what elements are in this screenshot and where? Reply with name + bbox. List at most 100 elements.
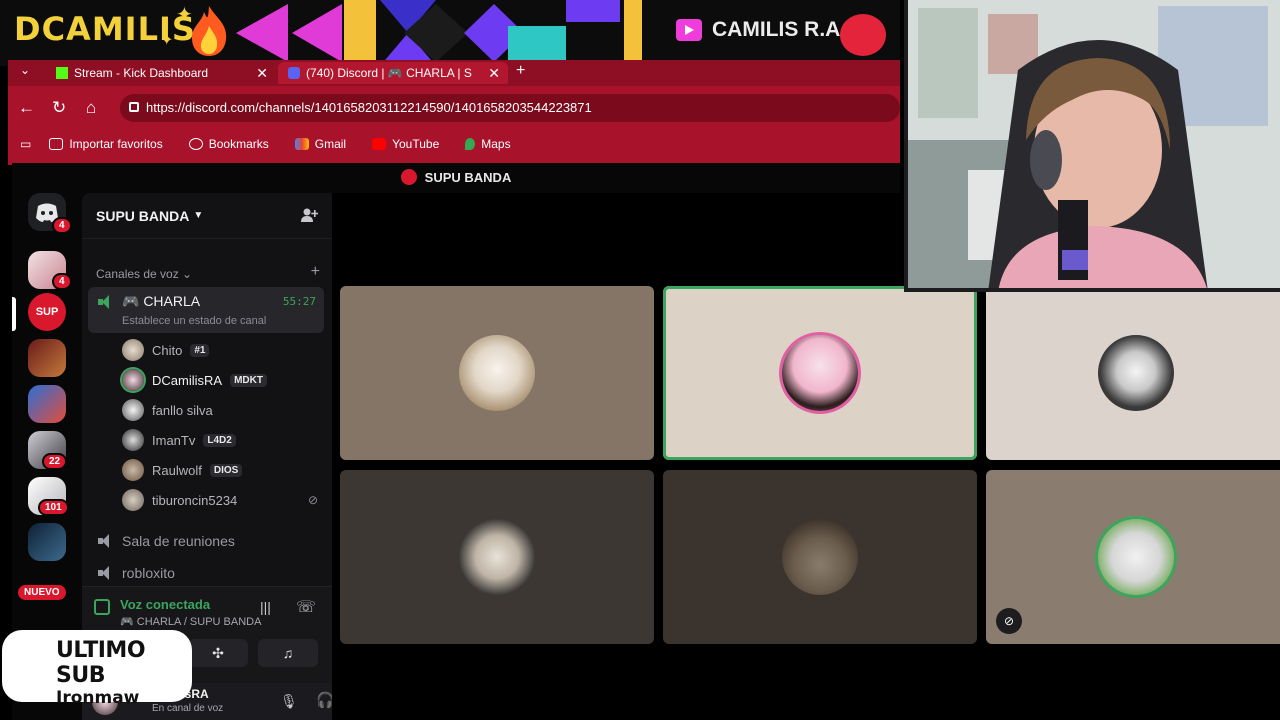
geometric-pattern <box>236 0 642 66</box>
channel-status-text[interactable]: Establece un estado de canal <box>122 315 266 327</box>
bookmark-label: Importar favoritos <box>69 137 163 151</box>
muted-mic-icon: ⊘ <box>996 608 1022 634</box>
participant-tile[interactable] <box>340 286 654 460</box>
bookmark-maps[interactable]: Maps <box>465 137 511 151</box>
bookmark-gmail[interactable]: Gmail <box>294 137 346 151</box>
last-sub-title: ULTIMO SUB <box>56 638 146 688</box>
server-icon-game[interactable] <box>28 385 66 423</box>
tab-discord[interactable]: (740) Discord | 🎮 CHARLA | S ✕ <box>278 62 508 84</box>
unread-badge: 4 <box>52 217 72 234</box>
voice-member[interactable]: fanllo silva <box>122 397 213 423</box>
unread-badge: 101 <box>38 499 69 516</box>
connection-signal-icon[interactable] <box>94 599 110 615</box>
voice-channel-robloxito[interactable]: robloxito <box>88 561 324 585</box>
avatar <box>122 429 144 451</box>
member-name: tiburoncin5234 <box>152 492 238 508</box>
server-icon-supu-banda[interactable]: SUP <box>28 293 66 331</box>
member-tag: #1 <box>190 343 210 357</box>
voice-call-grid: ⊘ <box>332 193 1280 720</box>
voice-member[interactable]: Raulwolf DIOS <box>122 457 243 483</box>
avatar <box>122 399 144 421</box>
participant-tile[interactable] <box>663 470 977 644</box>
participant-tile-muted[interactable]: ⊘ <box>986 470 1280 644</box>
voice-channel-charla[interactable]: 🎮 CHARLA 55:27 Establece un estado de ca… <box>88 287 324 333</box>
member-name: ImanTv <box>152 432 196 448</box>
kick-icon <box>56 67 68 79</box>
channel-name: 🎮 CHARLA <box>122 293 201 309</box>
close-tab-icon[interactable]: ✕ <box>488 65 500 82</box>
voice-channel-sala[interactable]: Sala de reuniones <box>88 529 324 553</box>
speaker-icon <box>98 295 114 309</box>
bookmark-label: Bookmarks <box>208 137 269 151</box>
channel-name: robloxito <box>122 565 175 581</box>
address-bar-row: ← ↻ ⌂ https://discord.com/channels/14016… <box>8 90 900 126</box>
last-sub-name: Ironmaw <box>56 688 140 708</box>
url-text: https://discord.com/channels/14016582031… <box>146 100 592 115</box>
reload-icon[interactable]: ↻ <box>52 98 66 118</box>
bookmarks-bar: ▭ Importar favoritos Bookmarks Gmail You… <box>8 132 900 156</box>
tab-label: Stream - Kick Dashboard <box>74 66 209 80</box>
participant-avatar <box>459 335 535 411</box>
tab-groups-icon[interactable]: ▭ <box>20 137 31 151</box>
stream-overlay-banner: DCAMILIS ✦ ✦ CAMILIS R.A <box>0 0 900 66</box>
tab-search-chevron-icon[interactable]: ⌄ <box>20 63 30 77</box>
tab-label: (740) Discord | 🎮 CHARLA | S <box>306 66 472 80</box>
folder-icon <box>49 138 64 150</box>
call-timer: 55:27 <box>282 295 316 308</box>
webcam-image <box>908 0 1280 288</box>
invite-user-icon[interactable] <box>300 207 318 223</box>
window-title-bar: SUPU BANDA <box>12 163 900 191</box>
participant-avatar <box>1098 519 1174 595</box>
participant-tile-speaking[interactable] <box>663 286 977 460</box>
voice-member[interactable]: Chito #1 <box>122 337 210 363</box>
participant-tile[interactable] <box>986 286 1280 460</box>
bookmark-import[interactable]: Importar favoritos <box>49 137 163 151</box>
new-tab-icon[interactable]: + <box>516 62 525 80</box>
bookmark-label: Maps <box>481 137 511 151</box>
gmail-icon <box>294 138 309 150</box>
url-input[interactable]: https://discord.com/channels/14016582031… <box>120 94 900 122</box>
avatar <box>122 369 144 391</box>
disconnect-icon[interactable]: ☏ <box>296 597 316 617</box>
voice-channels-section[interactable]: Canales de voz ⌄ <box>96 267 192 281</box>
bookmark-youtube[interactable]: YouTube <box>372 137 439 151</box>
activities-button[interactable]: ✣ <box>188 639 248 667</box>
close-tab-icon[interactable]: ✕ <box>256 65 268 82</box>
soundboard-icon: ♫ <box>282 645 294 661</box>
webcam-feed <box>904 0 1280 292</box>
tab-strip: ⌄ Stream - Kick Dashboard ✕ (740) Discor… <box>8 60 900 86</box>
server-icon-anime-red[interactable] <box>28 339 66 377</box>
voice-member[interactable]: ImanTv L4D2 <box>122 427 236 453</box>
bookmark-bookmarks[interactable]: Bookmarks <box>188 137 269 151</box>
microphone-icon[interactable]: 🎙 <box>280 693 298 710</box>
soundboard-button[interactable]: ♫ <box>258 639 318 667</box>
new-badge: NUEVO <box>18 585 66 600</box>
voice-location[interactable]: 🎮 CHARLA / SUPU BANDA <box>120 615 261 628</box>
speaker-icon <box>98 566 114 580</box>
stream-frame: DCAMILIS ✦ ✦ CAMILIS R.A ⌄ Stream - Kick… <box>0 0 1280 720</box>
home-icon[interactable]: ⌂ <box>86 98 96 118</box>
add-channel-icon[interactable]: + <box>311 263 320 281</box>
globe-icon <box>188 138 203 150</box>
flame-icon <box>192 6 227 56</box>
muted-mic-icon: ⊘ <box>307 493 318 507</box>
voice-connected-label: Voz conectada <box>120 597 211 612</box>
participant-avatar <box>782 335 858 411</box>
member-name: Chito <box>152 342 183 358</box>
chevron-down-icon: ▼ <box>193 210 204 221</box>
tab-kick-dashboard[interactable]: Stream - Kick Dashboard ✕ <box>46 62 276 84</box>
speaker-icon <box>98 534 114 548</box>
back-arrow-icon[interactable]: ← <box>18 98 35 118</box>
channel-name-tag: CAMILIS R.A <box>676 18 840 42</box>
site-info-icon[interactable] <box>129 102 139 112</box>
noise-suppression-icon[interactable]: ||| <box>260 599 271 615</box>
avatar <box>122 459 144 481</box>
last-sub-overlay: ULTIMO SUB Ironmaw <box>2 630 192 708</box>
server-header[interactable]: SUPU BANDA ▼ <box>82 193 332 239</box>
tv-icon <box>676 19 702 41</box>
participant-tile[interactable] <box>340 470 654 644</box>
participant-avatar <box>782 519 858 595</box>
voice-member[interactable]: tiburoncin5234 ⊘ <box>122 487 318 513</box>
server-icon-dark[interactable] <box>28 523 66 561</box>
voice-member[interactable]: DCamilisRA MDKT <box>122 367 267 393</box>
